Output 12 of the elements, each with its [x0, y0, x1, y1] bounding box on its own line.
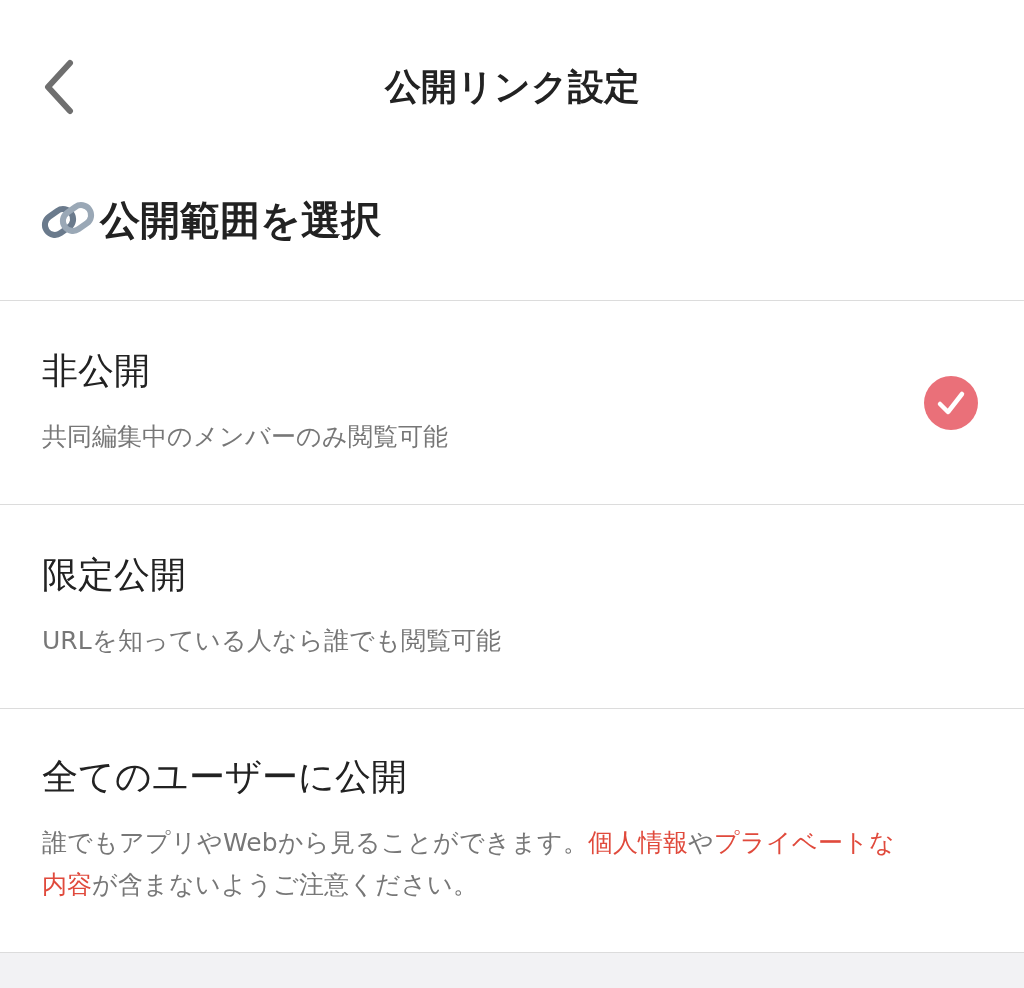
page-title: 公開リンク設定 [384, 64, 640, 109]
option-description: 誰でもアプリやWebから見ることができます。個人情報やプライベートな内容が含まないようご注意ください。 [42, 827, 896, 901]
option-title: 非公開 [42, 349, 151, 393]
back-icon [42, 59, 76, 115]
option-description: URLを知っている人なら誰でも閲覧可能 [42, 625, 501, 657]
visibility-option[interactable]: 非公開 共同編集中のメンバーのみ閲覧可能 [0, 301, 1024, 505]
option-title: 限定公開 [42, 553, 187, 597]
option-description: 共同編集中のメンバーのみ閲覧可能 [42, 421, 448, 453]
option-title: 全てのユーザーに公開 [42, 755, 408, 799]
visibility-option[interactable]: 限定公開 URLを知っている人なら誰でも閲覧可能 [0, 505, 1024, 709]
section-title: 公開範囲を選択 [100, 195, 381, 245]
visibility-option[interactable]: 全てのユーザーに公開 誰でもアプリやWebから見ることができます。個人情報やプライベートな内容が含まないようご注意ください。 [0, 709, 1024, 953]
